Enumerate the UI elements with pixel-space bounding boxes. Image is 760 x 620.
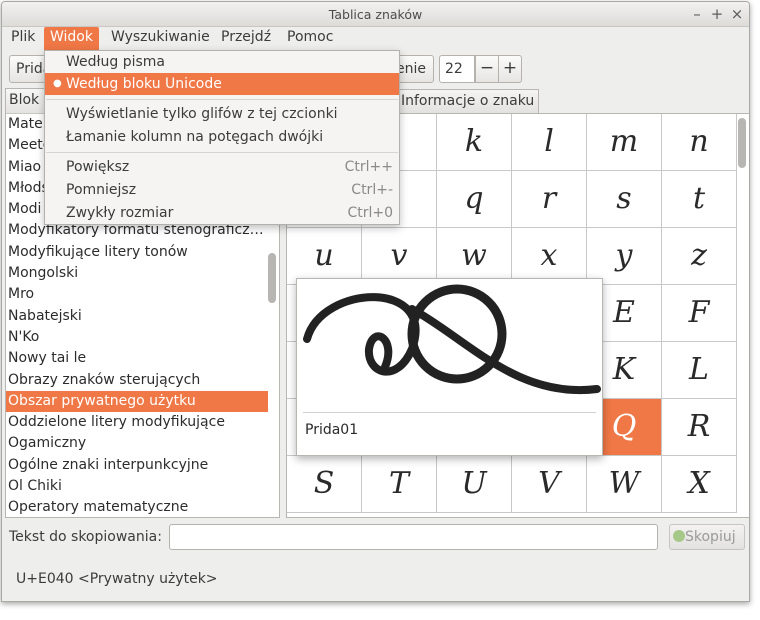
glyph-cell[interactable]: s xyxy=(587,171,662,228)
copy-icon xyxy=(673,530,685,542)
radio-bullet-icon: ● xyxy=(53,78,62,89)
menu-plik[interactable]: Plik xyxy=(5,27,41,51)
menu-pomoc[interactable]: Pomoc xyxy=(281,27,339,51)
view-menu-dropdown: Według pisma ● Według bloku Unicode Wyśw… xyxy=(44,50,400,225)
glyph-cell[interactable]: m xyxy=(587,114,662,171)
menu-item-by-script[interactable]: Według pisma xyxy=(45,51,399,73)
block-list-item[interactable]: Ogamiczny xyxy=(6,433,268,454)
menu-item-label: Pomniejsz xyxy=(66,182,137,198)
menu-przejdz[interactable]: Przejdź xyxy=(215,27,277,51)
increase-size-button[interactable]: + xyxy=(498,55,522,83)
main-window: Tablica znaków – + × Plik Widok Wyszukiw… xyxy=(1,1,750,602)
menu-item-label: Powiększ xyxy=(66,159,130,175)
block-list-item[interactable]: Mro xyxy=(6,284,268,305)
menu-item-by-unicode-block[interactable]: ● Według bloku Unicode xyxy=(45,73,399,95)
glyph-preview-name: Prida01 xyxy=(305,422,359,438)
glyph-cell[interactable]: q xyxy=(437,171,512,228)
menu-item-only-font-glyphs[interactable]: Wyświetlanie tylko glifów z tej czcionki xyxy=(45,103,399,125)
titlebar[interactable]: Tablica znaków – + × xyxy=(2,2,749,27)
block-list-item[interactable]: Mongolski xyxy=(6,263,268,284)
block-list-item[interactable]: Ol Chiki xyxy=(6,476,268,497)
menu-item-label: Wyświetlanie tylko glifów z tej czcionki xyxy=(66,106,338,122)
glyph-cell[interactable]: S xyxy=(287,456,362,513)
glyph-cell[interactable]: W xyxy=(587,456,662,513)
copy-button[interactable]: Skopiuj xyxy=(669,524,745,550)
copy-button-label: Skopiuj xyxy=(685,529,736,545)
glyph-cell[interactable]: z xyxy=(662,228,737,285)
glyph-cell[interactable]: w xyxy=(437,228,512,285)
menu-item-accel: Ctrl+- xyxy=(351,182,393,198)
glyph-cell[interactable]: X xyxy=(662,456,737,513)
block-list-item[interactable]: N'Ko xyxy=(6,327,268,348)
copy-text-label: Tekst do skopiowania: xyxy=(9,529,162,545)
glyph-cell[interactable]: T xyxy=(362,456,437,513)
menubar: Plik Widok Wyszukiwanie Przejdź Pomoc xyxy=(2,27,749,51)
glyph-cell[interactable]: R xyxy=(662,399,737,456)
maximize-button[interactable]: + xyxy=(708,5,726,23)
menu-item-zoom-out[interactable]: Pomniejsz Ctrl+- xyxy=(45,179,399,201)
block-list-item[interactable]: Obszar prywatnego użytku xyxy=(6,390,268,413)
block-list-item[interactable]: Nowy tai le xyxy=(6,348,268,369)
status-bar-text: U+E040 <Prywatny użytek> xyxy=(16,571,218,587)
glyph-preview-image xyxy=(303,284,601,395)
menu-item-label: Łamanie kolumn na potęgach dwójki xyxy=(66,129,324,145)
menu-item-wrap-columns[interactable]: Łamanie kolumn na potęgach dwójki xyxy=(45,126,399,148)
menu-wyszukiwanie[interactable]: Wyszukiwanie xyxy=(105,27,216,51)
block-list-item[interactable]: Oddzielone litery modyfikujące xyxy=(6,412,268,433)
glyph-cell[interactable]: l xyxy=(512,114,587,171)
glyph-cell[interactable]: v xyxy=(362,228,437,285)
minimize-button[interactable]: – xyxy=(688,5,706,23)
block-list-item[interactable]: Nabatejski xyxy=(6,306,268,327)
font-size-input[interactable]: 22 xyxy=(439,55,475,83)
glyph-grid-scroll-thumb[interactable] xyxy=(738,118,746,168)
glyph-preview-popup: Prida01 xyxy=(296,278,603,456)
block-list-scroll-thumb[interactable] xyxy=(268,253,276,303)
menu-item-accel: Ctrl++ xyxy=(344,159,393,175)
menu-separator xyxy=(46,152,398,153)
block-list-item[interactable]: Operatory matematyczne xyxy=(6,497,268,517)
block-list-item[interactable]: Modyfikujące litery tonów xyxy=(6,242,268,263)
glyph-cell[interactable]: n xyxy=(662,114,737,171)
glyph-cell[interactable]: V xyxy=(512,456,587,513)
menu-item-label: Według pisma xyxy=(66,54,165,70)
popup-divider xyxy=(303,412,596,413)
glyph-cell[interactable]: t xyxy=(662,171,737,228)
glyph-cell[interactable]: L xyxy=(662,342,737,399)
glyph-cell[interactable]: F xyxy=(662,285,737,342)
menu-item-accel: Ctrl+0 xyxy=(347,205,393,221)
menu-separator xyxy=(46,99,398,100)
glyph-cell[interactable]: x xyxy=(512,228,587,285)
decrease-size-button[interactable]: − xyxy=(475,55,499,83)
copy-text-input[interactable] xyxy=(169,524,658,550)
menu-item-normal-size[interactable]: Zwykły rozmiar Ctrl+0 xyxy=(45,202,399,224)
block-list-item[interactable]: Ogólne znaki interpunkcyjne xyxy=(6,455,268,476)
tab-character-info[interactable]: Informacje o znaku xyxy=(396,89,540,113)
window-title: Tablica znaków xyxy=(328,7,423,22)
block-list-item[interactable]: Obrazy znaków sterujących xyxy=(6,370,268,391)
menu-item-zoom-in[interactable]: Powiększ Ctrl++ xyxy=(45,156,399,178)
glyph-grid-scrollbar[interactable] xyxy=(737,118,747,513)
glyph-cell[interactable]: u xyxy=(287,228,362,285)
font-select-button[interactable]: Prida xyxy=(9,55,49,83)
glyph-cell[interactable]: y xyxy=(587,228,662,285)
glyph-cell[interactable]: U xyxy=(437,456,512,513)
glyph-cell[interactable]: r xyxy=(512,171,587,228)
glyph-cell[interactable]: k xyxy=(437,114,512,171)
close-button[interactable]: × xyxy=(728,5,746,23)
menu-item-label: Według bloku Unicode xyxy=(66,76,222,92)
menu-widok[interactable]: Widok xyxy=(44,27,99,51)
menu-item-label: Zwykły rozmiar xyxy=(66,205,174,221)
